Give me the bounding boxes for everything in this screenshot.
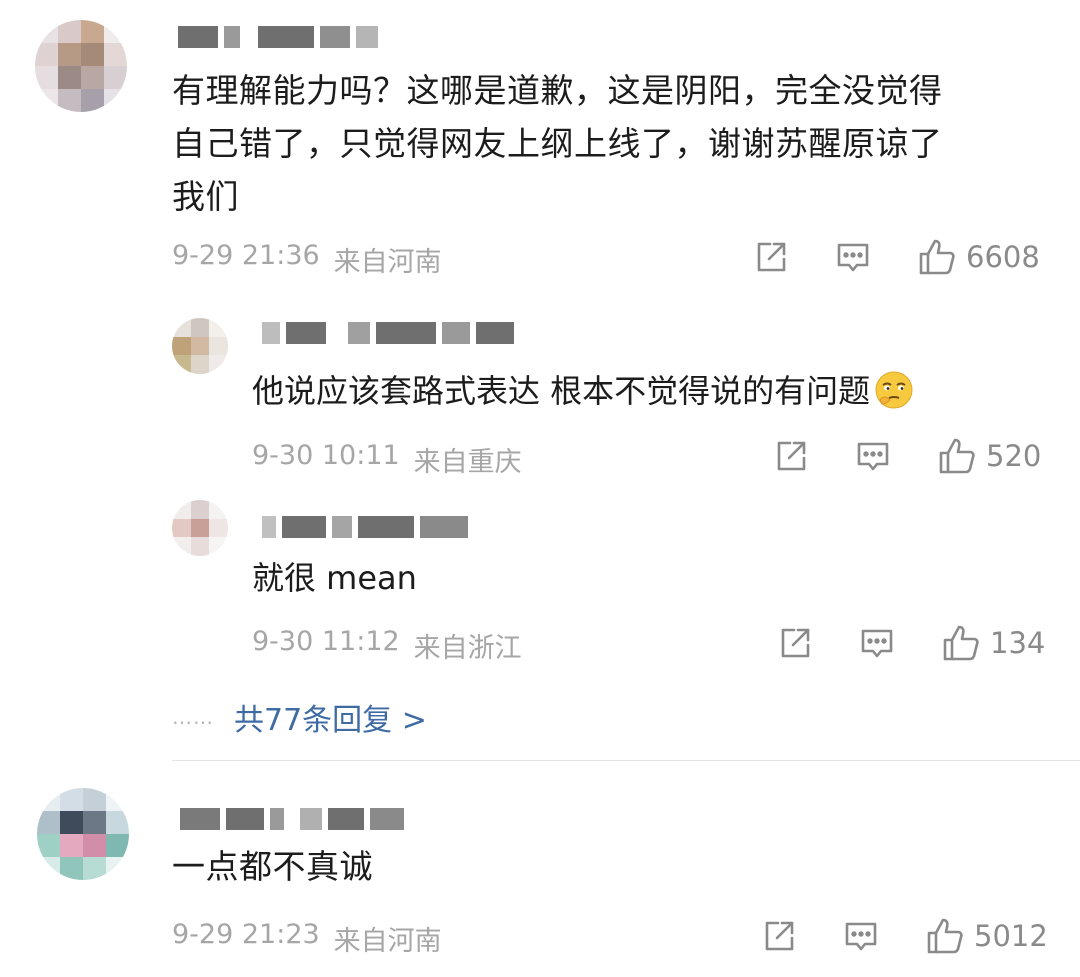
comment-text: 一点都不真诚 xyxy=(172,840,373,893)
reply-text: 他说应该套路式表达 根本不觉得说的有问题 xyxy=(252,370,914,411)
username[interactable] xyxy=(262,322,514,344)
comment-line: 我们 xyxy=(172,177,239,216)
comment-actions: 5012 xyxy=(760,917,1048,955)
avatar[interactable] xyxy=(172,500,228,556)
location: 来自重庆 xyxy=(413,447,522,478)
reply-meta: 9-30 11:12 来自浙江 xyxy=(252,626,522,665)
thumbs-up-icon[interactable] xyxy=(942,624,980,662)
location: 来自河南 xyxy=(333,926,442,957)
timestamp: 9-30 10:11 xyxy=(252,440,400,471)
more-replies-label[interactable]: 共77条回复 > xyxy=(234,695,427,739)
username[interactable] xyxy=(178,26,378,48)
reply-actions: 520 xyxy=(772,437,1041,475)
like-count: 5012 xyxy=(974,919,1048,953)
share-icon[interactable] xyxy=(776,624,814,662)
like-count: 6608 xyxy=(966,240,1040,274)
avatar[interactable] xyxy=(172,318,228,374)
share-icon[interactable] xyxy=(752,238,790,276)
comment-actions: 6608 xyxy=(752,238,1040,276)
comment-line: 一点都不真诚 xyxy=(172,847,373,886)
location: 来自河南 xyxy=(333,247,442,278)
username[interactable] xyxy=(262,516,468,538)
thumbs-up-icon[interactable] xyxy=(918,238,956,276)
comment-meta: 9-29 21:36 来自河南 xyxy=(172,240,442,279)
username[interactable] xyxy=(180,808,404,830)
comment-meta: 9-29 21:23 来自河南 xyxy=(172,919,442,958)
timestamp: 9-29 21:36 xyxy=(172,240,320,271)
comment-icon[interactable] xyxy=(842,917,880,955)
reply-text: 就很 mean xyxy=(252,559,417,597)
dots: …… xyxy=(172,705,214,729)
comment-icon[interactable] xyxy=(858,624,896,662)
avatar[interactable] xyxy=(35,20,127,112)
more-replies-link[interactable]: …… 共77条回复 > xyxy=(172,695,427,739)
comment-icon[interactable] xyxy=(854,437,892,475)
thinking-emoji xyxy=(875,371,913,409)
comment-icon[interactable] xyxy=(834,238,872,276)
divider xyxy=(172,760,1080,761)
thumbs-up-icon[interactable] xyxy=(938,437,976,475)
comment-line: 有理解能力吗？这哪是道歉，这是阴阳，完全没觉得 xyxy=(172,71,943,110)
comment-text: 有理解能力吗？这哪是道歉，这是阴阳，完全没觉得 自己错了，只觉得网友上纲上线了，… xyxy=(172,64,943,223)
reply-actions: 134 xyxy=(776,624,1045,662)
timestamp: 9-29 21:23 xyxy=(172,919,320,950)
share-icon[interactable] xyxy=(760,917,798,955)
avatar[interactable] xyxy=(37,788,129,880)
like-count: 520 xyxy=(986,439,1042,473)
location: 来自浙江 xyxy=(413,633,522,664)
timestamp: 9-30 11:12 xyxy=(252,626,400,657)
comment-line: 自己错了，只觉得网友上纲上线了，谢谢苏醒原谅了 xyxy=(172,124,943,163)
like-count: 134 xyxy=(990,626,1046,660)
share-icon[interactable] xyxy=(772,437,810,475)
thumbs-up-icon[interactable] xyxy=(926,917,964,955)
reply-meta: 9-30 10:11 来自重庆 xyxy=(252,440,522,479)
